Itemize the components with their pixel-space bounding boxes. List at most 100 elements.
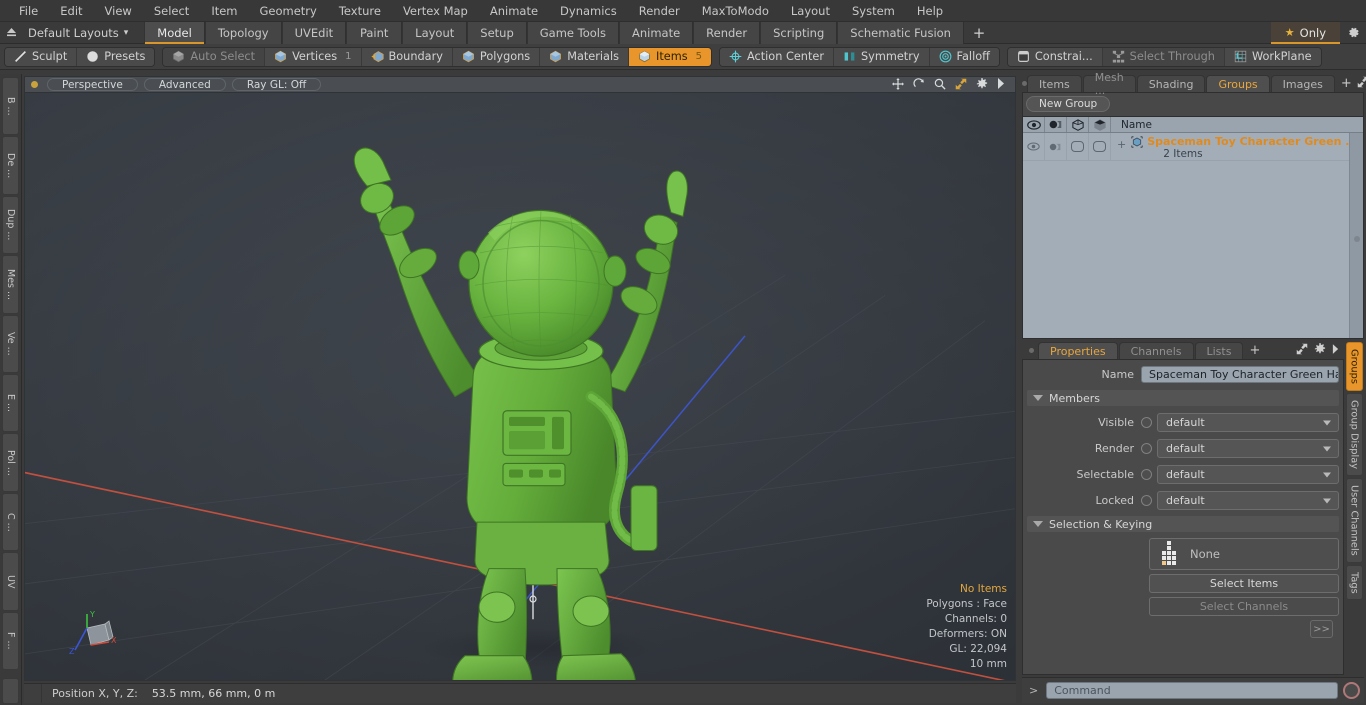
left-tab-9[interactable]: F ... bbox=[2, 611, 19, 671]
home-layout-icon[interactable] bbox=[0, 23, 22, 43]
mode-button-falloff[interactable]: Falloff bbox=[929, 47, 999, 66]
row-eye-toggle[interactable] bbox=[1023, 133, 1045, 160]
layout-tab-game-tools[interactable]: Game Tools bbox=[526, 21, 619, 44]
menu-item-file[interactable]: File bbox=[8, 1, 49, 21]
left-tab-7[interactable]: C ... bbox=[2, 492, 19, 552]
menu-item-render[interactable]: Render bbox=[628, 1, 691, 21]
layout-tab-setup[interactable]: Setup bbox=[467, 21, 527, 44]
command-input[interactable]: Command bbox=[1046, 682, 1338, 699]
shaded-cube-icon[interactable] bbox=[1089, 117, 1111, 132]
group-item-name-cell[interactable]: + Spaceman Toy Character Green ... 2 Ite… bbox=[1111, 133, 1363, 160]
mode-button-constrai[interactable]: Constrai... bbox=[1007, 47, 1103, 66]
viewport-active-dot[interactable] bbox=[31, 81, 38, 88]
menu-item-edit[interactable]: Edit bbox=[49, 1, 93, 21]
spaceman-model[interactable] bbox=[25, 93, 1015, 680]
panel-tab-groups[interactable]: Groups bbox=[1206, 75, 1270, 92]
expand-icon[interactable] bbox=[1296, 343, 1308, 358]
eye-icon[interactable] bbox=[1023, 117, 1045, 132]
gear-icon[interactable] bbox=[1340, 22, 1366, 44]
new-group-button[interactable]: New Group bbox=[1026, 96, 1111, 112]
mode-button-action-center[interactable]: Action Center bbox=[719, 47, 834, 66]
add-panel-tab-button[interactable]: + bbox=[1336, 75, 1357, 92]
row-render-toggle[interactable] bbox=[1045, 133, 1067, 160]
move-icon[interactable] bbox=[892, 77, 904, 92]
members-section-header[interactable]: Members bbox=[1027, 390, 1339, 406]
property-dropdown-locked[interactable]: default bbox=[1157, 491, 1339, 510]
properties-tab-lists[interactable]: Lists bbox=[1194, 342, 1244, 359]
menu-item-view[interactable]: View bbox=[94, 1, 143, 21]
property-dropdown-render[interactable]: default bbox=[1157, 439, 1339, 458]
layout-tab-schematic-fusion[interactable]: Schematic Fusion bbox=[837, 21, 964, 44]
left-tab-0[interactable]: B ... bbox=[2, 77, 19, 136]
panel-tab-items[interactable]: Items bbox=[1027, 75, 1082, 92]
menu-item-help[interactable]: Help bbox=[906, 1, 954, 21]
property-keyframe-dot[interactable] bbox=[1141, 417, 1152, 428]
viewport-projection-pill[interactable]: Perspective bbox=[47, 78, 138, 91]
only-toggle-button[interactable]: ★ Only bbox=[1270, 21, 1341, 44]
property-keyframe-dot[interactable] bbox=[1141, 443, 1152, 454]
table-row[interactable]: + Spaceman Toy Character Green ... 2 Ite… bbox=[1023, 133, 1363, 161]
rotate-icon[interactable] bbox=[913, 77, 925, 92]
zoom-icon[interactable] bbox=[934, 78, 946, 92]
mode-button-sculpt[interactable]: Sculpt bbox=[5, 47, 78, 66]
mode-button-symmetry[interactable]: Symmetry bbox=[833, 47, 930, 66]
layout-tab-model[interactable]: Model bbox=[144, 21, 205, 44]
layout-tab-layout[interactable]: Layout bbox=[402, 21, 468, 44]
menu-item-texture[interactable]: Texture bbox=[328, 1, 392, 21]
layout-tab-scripting[interactable]: Scripting bbox=[760, 21, 838, 44]
menu-item-system[interactable]: System bbox=[841, 1, 906, 21]
row-shaded-toggle[interactable] bbox=[1089, 133, 1111, 160]
mode-button-presets[interactable]: Presets bbox=[77, 47, 155, 66]
menu-item-item[interactable]: Item bbox=[200, 1, 248, 21]
side-tab-user-channels[interactable]: User Channels bbox=[1345, 478, 1363, 563]
left-tab-2[interactable]: Dup ... bbox=[2, 195, 19, 255]
panel-tab-mesh[interactable]: Mesh ... bbox=[1082, 71, 1136, 97]
properties-tab-channels[interactable]: Channels bbox=[1118, 342, 1194, 359]
expander-icon[interactable]: + bbox=[1117, 138, 1126, 151]
left-tab-8[interactable]: UV bbox=[2, 552, 19, 611]
menu-item-maxtomodo[interactable]: MaxToModo bbox=[691, 1, 780, 21]
property-dropdown-visible[interactable]: default bbox=[1157, 413, 1339, 432]
axis-gizmo[interactable]: Y X Z bbox=[67, 610, 123, 662]
more-options-button[interactable]: >> bbox=[1310, 620, 1333, 638]
name-field[interactable]: Spaceman Toy Character Green Happ bbox=[1141, 366, 1339, 383]
menu-item-dynamics[interactable]: Dynamics bbox=[549, 1, 628, 21]
menu-item-select[interactable]: Select bbox=[143, 1, 200, 21]
arrow-right-icon[interactable] bbox=[1332, 344, 1339, 357]
layout-tab-animate[interactable]: Animate bbox=[618, 21, 694, 44]
mode-button-items[interactable]: Items 5 bbox=[628, 47, 711, 66]
expand-icon[interactable] bbox=[1357, 76, 1366, 91]
default-layouts-dropdown[interactable]: Default Layouts ▾ bbox=[22, 26, 138, 40]
left-tab-3[interactable]: Mes ... bbox=[2, 255, 19, 314]
group-list-scrollbar[interactable] bbox=[1349, 133, 1363, 338]
side-tab-group-display[interactable]: Group Display bbox=[1345, 392, 1363, 476]
menu-item-vertex-map[interactable]: Vertex Map bbox=[392, 1, 479, 21]
render-icon[interactable] bbox=[1045, 117, 1067, 132]
mode-button-polygons[interactable]: Polygons bbox=[452, 47, 541, 66]
group-list-body[interactable]: + Spaceman Toy Character Green ... 2 Ite… bbox=[1023, 133, 1363, 338]
panel-tab-images[interactable]: Images bbox=[1270, 75, 1335, 92]
wire-cube-icon[interactable] bbox=[1067, 117, 1089, 132]
menu-item-geometry[interactable]: Geometry bbox=[249, 1, 328, 21]
add-properties-tab-button[interactable]: + bbox=[1244, 342, 1265, 359]
3d-viewport[interactable]: No Items Polygons : Face Channels: 0 Def… bbox=[24, 92, 1016, 681]
property-keyframe-dot[interactable] bbox=[1141, 495, 1152, 506]
selection-keying-section-header[interactable]: Selection & Keying bbox=[1027, 516, 1339, 532]
gear-icon[interactable] bbox=[976, 77, 988, 92]
left-tab-blank[interactable] bbox=[2, 678, 19, 705]
gear-icon[interactable] bbox=[1314, 343, 1326, 358]
row-wire-toggle[interactable] bbox=[1067, 133, 1089, 160]
add-layout-tab-button[interactable]: + bbox=[963, 23, 994, 42]
properties-menu-dot[interactable] bbox=[1024, 342, 1038, 359]
layout-tab-paint[interactable]: Paint bbox=[346, 21, 403, 44]
fit-icon[interactable] bbox=[955, 78, 967, 92]
panel-tab-shading[interactable]: Shading bbox=[1136, 75, 1206, 92]
mode-button-auto-select[interactable]: Auto Select bbox=[163, 47, 266, 66]
properties-tab-properties[interactable]: Properties bbox=[1038, 342, 1118, 359]
mode-button-vertices[interactable]: Vertices 1 bbox=[265, 47, 362, 66]
viewport-raygl-pill[interactable]: Ray GL: Off bbox=[231, 78, 322, 91]
menu-item-animate[interactable]: Animate bbox=[479, 1, 549, 21]
left-tab-5[interactable]: E ... bbox=[2, 374, 19, 433]
mode-button-materials[interactable]: Materials bbox=[540, 47, 629, 66]
left-tab-4[interactable]: Ve ... bbox=[2, 314, 19, 374]
